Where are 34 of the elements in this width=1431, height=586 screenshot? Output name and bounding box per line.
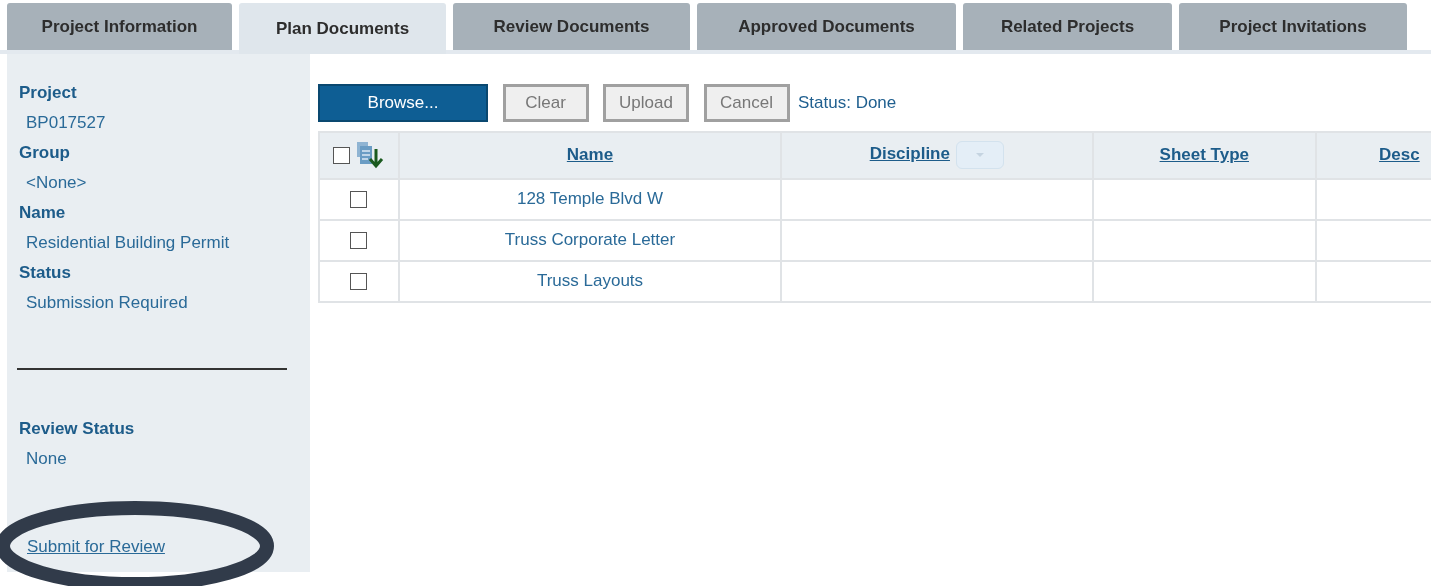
field-value: Residential Building Permit (25, 232, 231, 254)
field-value: Submission Required (25, 292, 189, 314)
column-header[interactable]: Discipline (869, 144, 950, 164)
checkbox[interactable] (333, 146, 351, 164)
tab[interactable]: Review Documents (453, 3, 690, 50)
tab[interactable]: Project Invitations (1179, 3, 1407, 50)
column-header[interactable]: Desc (1379, 145, 1420, 165)
tab[interactable]: Related Projects (963, 3, 1172, 50)
field-label: Status (19, 262, 72, 284)
column-header[interactable]: Name (566, 145, 614, 165)
document-name: Truss Corporate Letter (504, 230, 676, 250)
field-label: Group (19, 142, 71, 164)
checkbox[interactable] (350, 191, 368, 209)
checkbox[interactable] (350, 232, 368, 250)
field-label: Review Status (19, 418, 136, 440)
status-text: Status: Done (798, 92, 897, 115)
submit-link[interactable]: Submit for Review (27, 537, 165, 556)
tab[interactable]: Project Information (7, 3, 232, 50)
tab[interactable]: Approved Documents (697, 3, 956, 50)
field-value: BP017527 (25, 112, 107, 134)
checkbox[interactable] (350, 273, 368, 291)
toolbar-button[interactable]: Cancel (703, 84, 790, 122)
tab[interactable]: Plan Documents (239, 3, 446, 54)
field-value: <None> (25, 172, 88, 194)
column-header[interactable]: Sheet Type (1159, 145, 1249, 165)
toolbar-button[interactable]: Upload (603, 84, 689, 122)
document-name: 128 Temple Blvd W (516, 189, 664, 209)
toolbar-button[interactable]: Browse... (318, 84, 488, 122)
document-name: Truss Layouts (536, 271, 644, 291)
document-download-icon[interactable] (354, 141, 385, 169)
toolbar-button[interactable]: Clear (502, 84, 589, 122)
field-label: Project (19, 82, 78, 104)
field-value: None (25, 448, 68, 470)
field-label: Name (19, 202, 67, 224)
